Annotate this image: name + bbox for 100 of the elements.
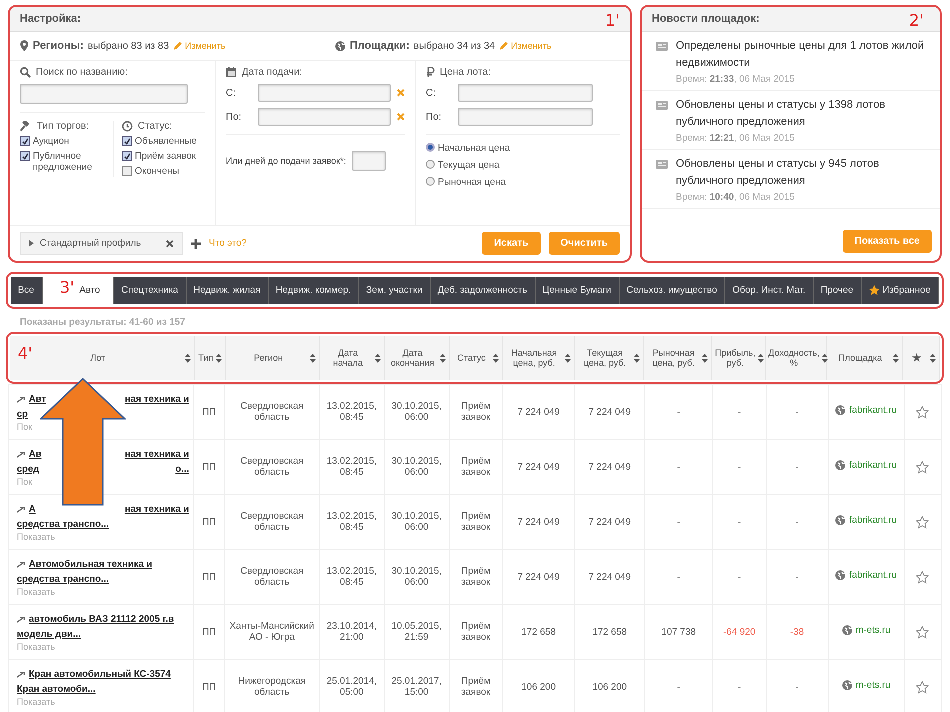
platform-link[interactable]: m-ets.ru — [842, 680, 891, 691]
option-label: Приём заявок — [135, 151, 196, 162]
news-text[interactable]: Определены рыночные цены для 1 лотов жилой недвижимости — [676, 38, 930, 72]
sort-icon — [185, 354, 192, 362]
clear-icon — [397, 113, 405, 121]
platforms-label: Площадки: — [350, 40, 410, 52]
checkbox[interactable] — [122, 136, 132, 146]
date-field[interactable] — [258, 108, 391, 126]
table-cell: 7 224 049 — [574, 550, 645, 604]
pencil-icon — [499, 42, 508, 50]
table-cell: 13.02.2015, 08:45 — [319, 384, 384, 440]
star-outline-icon — [916, 406, 930, 418]
table-cell: 7 224 049 — [574, 440, 645, 494]
pencil-icon — [173, 42, 182, 50]
field-label: Дата подачи: — [242, 67, 302, 78]
column-header[interactable]: Дата начала — [320, 336, 384, 380]
radio-button[interactable] — [426, 143, 435, 152]
lot-link[interactable]: Кран автомоби... — [17, 682, 96, 697]
sort-icon — [374, 354, 381, 362]
checkbox[interactable] — [20, 151, 30, 161]
lot-link[interactable]: Автомобильная техника и — [29, 557, 152, 572]
plus-icon — [191, 238, 201, 248]
profile-select[interactable]: Стандартный профиль — [20, 232, 183, 255]
globe-icon — [842, 625, 853, 636]
table-cell: ПП — [194, 384, 225, 440]
column-header[interactable]: Доходность, % — [765, 336, 827, 380]
days-field[interactable] — [352, 151, 386, 171]
table-cell: - — [644, 494, 713, 550]
column-header[interactable]: Текущая цена, руб. — [574, 336, 644, 380]
platform-link[interactable]: fabrikant.ru — [835, 460, 898, 471]
platform-link[interactable]: m-ets.ru — [842, 625, 891, 636]
checkbox[interactable] — [122, 166, 132, 176]
lot-link[interactable]: А — [29, 502, 36, 517]
checkbox[interactable] — [20, 136, 30, 146]
lot-link[interactable]: автомобиль ВАЗ 21112 2005 г.в — [29, 612, 174, 627]
star-icon — [868, 285, 880, 296]
checkbox[interactable] — [122, 151, 132, 161]
regions-value: выбрано 83 из 83 — [88, 40, 170, 52]
news-icon — [656, 42, 668, 51]
news-text[interactable]: Обновлены цены и статусы у 945 лотов публичного предложения — [676, 156, 930, 190]
news-icon — [656, 101, 668, 110]
arrow-icon — [17, 672, 26, 678]
table-cell: 30.10.2015, 06:00 — [384, 550, 450, 604]
table-cell: 13.02.2015, 08:45 — [319, 494, 384, 550]
table-cell: - — [644, 550, 713, 604]
sort-icon — [892, 354, 899, 362]
results-count: Показаны результаты: 41-60 из 157 — [19, 316, 186, 330]
clear-icon — [397, 89, 405, 97]
news-time: Время: 12:21, 06 Мая 2015 — [676, 133, 796, 144]
group-label: Тип торгов: — [37, 121, 90, 132]
column-header[interactable]: Статус — [449, 336, 502, 380]
platform-link[interactable]: fabrikant.ru — [835, 570, 898, 581]
close-icon — [166, 240, 174, 248]
field-label: С: — [226, 88, 237, 98]
date-field[interactable] — [258, 84, 391, 102]
column-header[interactable]: Тип — [194, 336, 226, 380]
column-header[interactable]: Рыночная цена, руб. — [644, 336, 712, 380]
price-field[interactable] — [458, 84, 593, 102]
column-header[interactable]: Начальная цена, руб. — [502, 336, 574, 380]
lot-link[interactable]: Ав — [29, 447, 42, 462]
column-header[interactable]: Площадка — [826, 336, 902, 380]
lot-link[interactable]: Авт — [29, 392, 46, 407]
globe-icon — [335, 40, 346, 52]
column-header[interactable]: Прибыль, руб. — [712, 336, 765, 380]
table-cell: 13.02.2015, 08:45 — [319, 440, 384, 494]
lot-link[interactable]: ср — [17, 407, 28, 422]
lot-link[interactable]: Кран автомобильный КС-3574 — [29, 667, 171, 682]
globe-icon — [835, 405, 846, 416]
lot-link[interactable]: средства транспо... — [17, 517, 110, 532]
star-outline-icon — [916, 460, 930, 474]
platform-link[interactable]: fabrikant.ru — [835, 405, 898, 416]
option-label: Аукцион — [33, 136, 70, 147]
radio-button[interactable] — [426, 177, 435, 186]
platform-link[interactable]: fabrikant.ru — [835, 515, 898, 526]
lot-link[interactable]: ная техника и — [124, 502, 190, 517]
field-label: Поиск по названию: — [36, 67, 128, 78]
field-label: По: — [426, 112, 443, 122]
field-label: Цена лота: — [440, 67, 491, 78]
table-cell: Свердловская область — [224, 550, 320, 604]
column-header[interactable]: Дата окончания — [384, 336, 450, 380]
lot-link[interactable]: сред — [17, 462, 40, 477]
lot-link[interactable]: модель дви... — [17, 627, 82, 642]
globe-icon — [835, 460, 846, 471]
table-cell: 30.10.2015, 06:00 — [384, 384, 450, 440]
option-label: Рыночная цена — [438, 177, 506, 188]
calendar-icon — [226, 67, 237, 78]
news-text[interactable]: Обновлены цены и статусы у 1398 лотов публичного предложения — [676, 97, 930, 131]
lot-link[interactable]: ная техника и — [124, 447, 190, 462]
table-cell: 7 224 049 — [502, 494, 575, 550]
lot-link[interactable]: ная техника и — [124, 392, 190, 407]
column-header[interactable]: Регион — [225, 336, 320, 380]
search-field[interactable] — [20, 84, 188, 104]
price-field[interactable] — [458, 108, 593, 126]
group-label: Статус: — [138, 121, 172, 132]
arrow-icon — [17, 562, 26, 568]
lot-link[interactable]: о... — [176, 462, 190, 477]
star-outline-icon — [916, 680, 930, 694]
lot-link[interactable]: средства транспо... — [17, 572, 110, 587]
column-header[interactable]: ★ — [902, 336, 940, 380]
radio-button[interactable] — [426, 160, 435, 169]
